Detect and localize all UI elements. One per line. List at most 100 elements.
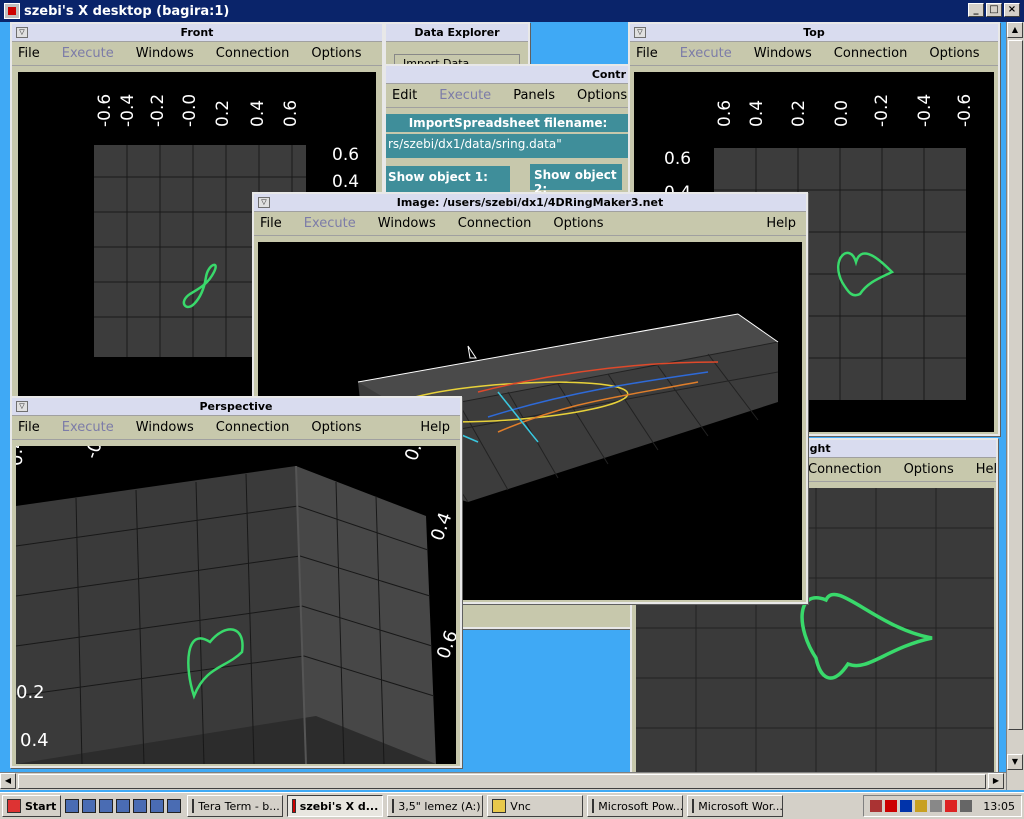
quicklaunch-icon[interactable] (99, 799, 114, 813)
top-title: Top (803, 26, 825, 39)
taskbar-item[interactable]: 3,5" lemez (A:) (387, 795, 484, 817)
quicklaunch-icon[interactable] (133, 799, 148, 813)
menu-panels[interactable]: Panels (513, 88, 555, 103)
menu-file[interactable]: File (18, 46, 40, 61)
menu-help[interactable]: Help (420, 420, 450, 435)
window-menu-icon[interactable]: ▽ (634, 27, 646, 38)
top-ytick: 0.6 (664, 149, 691, 169)
front-xtick: -0.2 (148, 94, 168, 127)
menu-file[interactable]: File (260, 216, 282, 231)
quick-launch (65, 799, 182, 813)
scroll-down-arrow-icon[interactable]: ▼ (1007, 754, 1023, 770)
menu-execute[interactable]: Execute (439, 88, 491, 103)
window-menu-icon[interactable]: ▽ (258, 197, 270, 208)
menu-file[interactable]: File (18, 420, 40, 435)
quicklaunch-icon[interactable] (116, 799, 131, 813)
quicklaunch-icon[interactable] (65, 799, 80, 813)
menu-connection[interactable]: Connection (834, 46, 908, 61)
minimize-button[interactable]: _ (968, 3, 984, 17)
tray-icon[interactable] (885, 800, 898, 812)
control-title-bar[interactable]: Contr (386, 66, 630, 84)
data-explorer-title-bar[interactable]: Data Explorer (386, 24, 528, 42)
vertical-scrollbar[interactable]: ▲ ▼ (1006, 22, 1024, 790)
perspective-title: Perspective (199, 400, 273, 413)
menu-options[interactable]: Options (311, 420, 361, 435)
tray-icon[interactable] (915, 800, 928, 812)
tray-icon[interactable] (930, 800, 943, 812)
image-title: Image: /users/szebi/dx1/4DRingMaker3.net (396, 196, 664, 209)
window-menu-icon[interactable]: ▽ (16, 27, 28, 38)
perspective-viewport[interactable]: 0.4 -0.6 0.6 0.4 0.6 0.2 0.4 (16, 446, 456, 764)
quicklaunch-icon[interactable] (82, 799, 97, 813)
vnc-title-bar[interactable]: szebi's X desktop (bagira:1) _ □ × (0, 0, 1024, 22)
menu-windows[interactable]: Windows (136, 420, 194, 435)
menu-connection[interactable]: Connection (808, 462, 882, 477)
horizontal-scrollbar[interactable]: ◀ ▶ (0, 772, 1006, 790)
perspective-menubar: File Execute Windows Connection Options … (12, 416, 460, 440)
filename-input[interactable]: rs/szebi/dx1/data/sring.data" (386, 134, 630, 158)
menu-edit[interactable]: Edit (392, 88, 417, 103)
windows-logo-icon (7, 799, 21, 813)
scroll-left-arrow-icon[interactable]: ◀ (0, 773, 16, 789)
image-menubar: File Execute Windows Connection Options … (254, 212, 806, 236)
menu-options[interactable]: Options (929, 46, 979, 61)
close-button[interactable]: × (1004, 3, 1020, 17)
taskbar-item-label: szebi's X d... (299, 799, 379, 813)
menu-execute[interactable]: Execute (680, 46, 732, 61)
menu-file[interactable]: File (636, 46, 658, 61)
top-title-bar[interactable]: ▽ Top (630, 24, 998, 42)
menu-connection[interactable]: Connection (458, 216, 532, 231)
folder-icon (492, 799, 507, 813)
taskbar-item[interactable]: Microsoft Wor... (687, 795, 784, 817)
menu-options[interactable]: Options (553, 216, 603, 231)
menu-help[interactable]: Help (766, 216, 796, 231)
menu-options[interactable]: Options (577, 88, 627, 103)
menu-execute[interactable]: Execute (304, 216, 356, 231)
floppy-icon (392, 799, 395, 813)
tray-icon[interactable] (945, 800, 958, 812)
front-xtick: -0.0 (180, 94, 200, 127)
scroll-up-arrow-icon[interactable]: ▲ (1007, 22, 1023, 38)
start-label: Start (25, 799, 57, 813)
menu-options[interactable]: Options (904, 462, 954, 477)
menu-windows[interactable]: Windows (754, 46, 812, 61)
language-icon[interactable] (900, 800, 913, 812)
horizontal-scroll-thumb[interactable] (18, 774, 986, 789)
taskbar: Start Tera Term - b... szebi's X d... 3,… (0, 792, 1024, 819)
taskbar-item[interactable]: Microsoft Pow... (587, 795, 684, 817)
menu-execute[interactable]: Execute (62, 420, 114, 435)
quicklaunch-icon[interactable] (150, 799, 165, 813)
menu-windows[interactable]: Windows (378, 216, 436, 231)
quicklaunch-icon[interactable] (167, 799, 182, 813)
perspective-label: 0.2 (16, 682, 45, 703)
image-title-bar[interactable]: ▽ Image: /users/szebi/dx1/4DRingMaker3.ne… (254, 194, 806, 212)
menu-connection[interactable]: Connection (216, 420, 290, 435)
taskbar-item[interactable]: szebi's X d... (287, 795, 384, 817)
perspective-label: 0.6 (401, 446, 431, 464)
menu-connection[interactable]: Connection (216, 46, 290, 61)
menu-windows[interactable]: Windows (136, 46, 194, 61)
top-xtick: 0.6 (715, 100, 735, 127)
start-button[interactable]: Start (2, 795, 62, 817)
taskbar-item[interactable]: Vnc (487, 795, 584, 817)
mouse-cursor-icon (467, 345, 477, 359)
taskbar-item[interactable]: Tera Term - b... (187, 795, 284, 817)
front-title-bar[interactable]: ▽ Front (12, 24, 382, 42)
menu-help[interactable]: Help (976, 462, 996, 477)
window-menu-icon[interactable]: ▽ (16, 401, 28, 412)
maximize-button[interactable]: □ (986, 3, 1002, 17)
tray-icon[interactable] (960, 800, 973, 812)
top-xtick: -0.4 (915, 94, 935, 127)
clock[interactable]: 13:05 (983, 800, 1015, 813)
perspective-window[interactable]: ▽ Perspective File Execute Windows Connec… (10, 396, 462, 768)
vnc-app-icon (4, 3, 20, 19)
tray-icon[interactable] (870, 800, 883, 812)
control-title: Contr (591, 68, 626, 81)
menu-options[interactable]: Options (311, 46, 361, 61)
perspective-title-bar[interactable]: ▽ Perspective (12, 398, 460, 416)
vertical-scroll-thumb[interactable] (1008, 40, 1023, 730)
teraterm-icon (192, 799, 195, 813)
perspective-label: 0.4 (427, 510, 456, 544)
scroll-right-arrow-icon[interactable]: ▶ (988, 773, 1004, 789)
menu-execute[interactable]: Execute (62, 46, 114, 61)
